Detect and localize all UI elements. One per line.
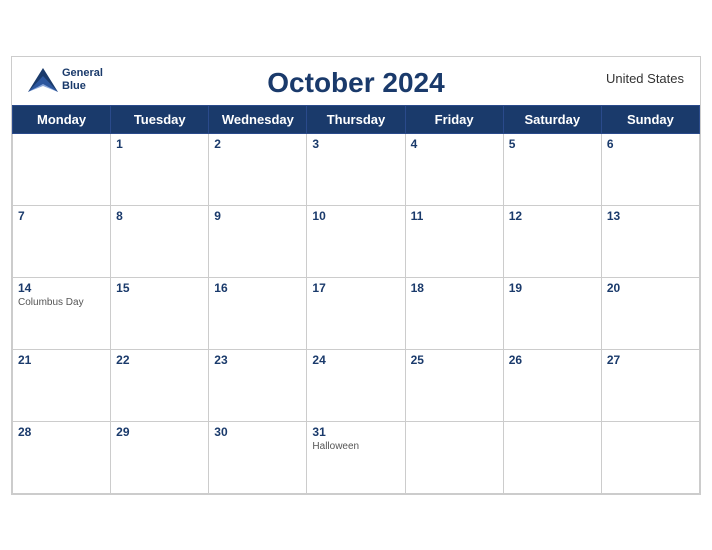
calendar-cell: 13 (601, 205, 699, 277)
calendar-header: General Blue October 2024 United States (12, 57, 700, 105)
weekday-header: Monday (13, 105, 111, 133)
logo-text: General Blue (62, 67, 103, 93)
logo-icon (28, 68, 58, 92)
calendar-container: General Blue October 2024 United States … (11, 56, 701, 495)
calendar-cell (503, 421, 601, 493)
day-number: 5 (509, 137, 596, 151)
day-number: 14 (18, 281, 105, 295)
logo-area: General Blue (28, 67, 103, 93)
calendar-week-row: 14 Columbus Day 15 16 17 18 19 20 (13, 277, 700, 349)
weekday-header: Wednesday (209, 105, 307, 133)
calendar-cell: 17 (307, 277, 405, 349)
day-number: 4 (411, 137, 498, 151)
weekday-header: Sunday (601, 105, 699, 133)
weekday-header: Friday (405, 105, 503, 133)
day-number: 22 (116, 353, 203, 367)
day-number: 26 (509, 353, 596, 367)
calendar-cell: 19 (503, 277, 601, 349)
calendar-week-row: 21 22 23 24 25 26 27 (13, 349, 700, 421)
calendar-cell: 27 (601, 349, 699, 421)
logo-line2: Blue (62, 80, 103, 93)
day-number: 13 (607, 209, 694, 223)
calendar-cell: 10 (307, 205, 405, 277)
calendar-cell: 11 (405, 205, 503, 277)
calendar-cell: 16 (209, 277, 307, 349)
calendar-cell: 4 (405, 133, 503, 205)
day-number: 25 (411, 353, 498, 367)
day-number: 20 (607, 281, 694, 295)
calendar-cell (405, 421, 503, 493)
calendar-cell (601, 421, 699, 493)
day-number: 18 (411, 281, 498, 295)
day-number: 9 (214, 209, 301, 223)
day-number: 1 (116, 137, 203, 151)
holiday-label: Halloween (312, 441, 399, 452)
day-number: 19 (509, 281, 596, 295)
logo-line1: General (62, 67, 103, 80)
day-number: 10 (312, 209, 399, 223)
day-number: 3 (312, 137, 399, 151)
page-title: October 2024 (267, 67, 444, 99)
day-number: 11 (411, 209, 498, 223)
day-number: 8 (116, 209, 203, 223)
calendar-cell: 9 (209, 205, 307, 277)
weekday-header: Thursday (307, 105, 405, 133)
calendar-cell: 31 Halloween (307, 421, 405, 493)
day-number: 24 (312, 353, 399, 367)
weekday-header-row: MondayTuesdayWednesdayThursdayFridaySatu… (13, 105, 700, 133)
day-number: 16 (214, 281, 301, 295)
calendar-cell: 7 (13, 205, 111, 277)
calendar-cell: 23 (209, 349, 307, 421)
day-number: 29 (116, 425, 203, 439)
day-number: 28 (18, 425, 105, 439)
calendar-cell (13, 133, 111, 205)
day-number: 2 (214, 137, 301, 151)
country-label: United States (606, 71, 684, 86)
calendar-week-row: 789 10 11 12 13 (13, 205, 700, 277)
day-number: 27 (607, 353, 694, 367)
calendar-cell: 30 (209, 421, 307, 493)
calendar-week-row: 28 29 30 31 Halloween (13, 421, 700, 493)
day-number: 23 (214, 353, 301, 367)
day-number: 30 (214, 425, 301, 439)
calendar-cell: 5 (503, 133, 601, 205)
day-number: 17 (312, 281, 399, 295)
calendar-cell: 18 (405, 277, 503, 349)
calendar-table: MondayTuesdayWednesdayThursdayFridaySatu… (12, 105, 700, 494)
day-number: 6 (607, 137, 694, 151)
calendar-cell: 15 (111, 277, 209, 349)
calendar-week-row: 123456 (13, 133, 700, 205)
weekday-header: Saturday (503, 105, 601, 133)
calendar-cell: 22 (111, 349, 209, 421)
calendar-cell: 26 (503, 349, 601, 421)
calendar-cell: 28 (13, 421, 111, 493)
calendar-cell: 14 Columbus Day (13, 277, 111, 349)
calendar-cell: 12 (503, 205, 601, 277)
day-number: 12 (509, 209, 596, 223)
calendar-cell: 21 (13, 349, 111, 421)
day-number: 15 (116, 281, 203, 295)
calendar-cell: 6 (601, 133, 699, 205)
calendar-cell: 20 (601, 277, 699, 349)
day-number: 31 (312, 425, 399, 439)
calendar-cell: 29 (111, 421, 209, 493)
day-number: 21 (18, 353, 105, 367)
calendar-cell: 3 (307, 133, 405, 205)
weekday-header: Tuesday (111, 105, 209, 133)
calendar-cell: 1 (111, 133, 209, 205)
holiday-label: Columbus Day (18, 297, 105, 308)
day-number: 7 (18, 209, 105, 223)
calendar-cell: 2 (209, 133, 307, 205)
calendar-cell: 8 (111, 205, 209, 277)
calendar-cell: 24 (307, 349, 405, 421)
calendar-cell: 25 (405, 349, 503, 421)
